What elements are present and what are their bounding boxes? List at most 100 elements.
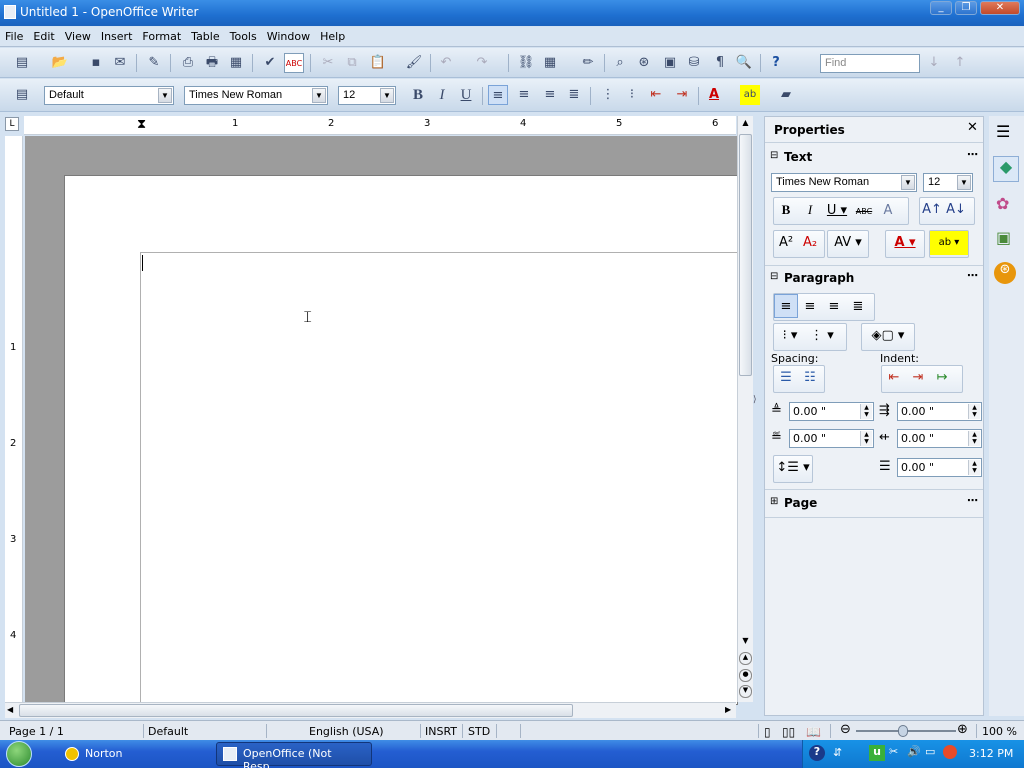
table-icon[interactable]: ▦ <box>540 53 560 73</box>
find-input[interactable]: Find <box>820 54 920 73</box>
insert-mode[interactable]: INSRT <box>425 725 457 738</box>
above-spacing-field[interactable]: 0.00 " ▲ ▼ <box>789 402 874 421</box>
hanging-indent-icon[interactable]: ↦ <box>930 366 954 390</box>
sidebar-menu-icon[interactable]: ☰ <box>996 122 1010 141</box>
maximize-button[interactable]: ❐ <box>955 1 977 15</box>
copy-icon[interactable]: ⧉ <box>342 53 362 73</box>
page-preview-icon[interactable]: ▦ <box>226 53 246 73</box>
line-spacing-icon[interactable]: ↕☰ ▾ <box>774 456 812 480</box>
collapse-text-icon[interactable]: ⊟ <box>770 150 778 161</box>
zoom-level[interactable]: 100 % <box>982 725 1017 738</box>
sidebar-justify-icon[interactable]: ≣ <box>846 295 870 319</box>
find-replace-icon[interactable]: ⌕ <box>610 53 630 73</box>
menu-tools[interactable]: Tools <box>225 27 262 43</box>
start-button[interactable] <box>6 741 32 767</box>
sidebar-underline-icon[interactable]: U ▾ <box>822 199 852 223</box>
zoom-icon[interactable]: 🔍 <box>734 53 754 73</box>
spin-arrows-icon[interactable]: ▲ ▼ <box>968 431 980 446</box>
subscript-icon[interactable]: A₂ <box>798 231 822 255</box>
paragraph-more-options-icon[interactable]: ⋯ <box>967 269 978 282</box>
scroll-right-icon[interactable]: ▶ <box>725 705 731 714</box>
menu-table[interactable]: Table <box>186 27 224 43</box>
multi-page-view-icon[interactable]: ▯▯ <box>782 725 795 739</box>
display-tray-icon[interactable]: ▭ <box>925 745 935 758</box>
expand-page-icon[interactable]: ⊞ <box>770 496 778 507</box>
menu-window[interactable]: Window <box>262 27 315 43</box>
character-spacing-icon[interactable]: AV ▾ <box>828 231 868 255</box>
increase-font-size-icon[interactable]: A↑ <box>920 198 944 222</box>
menu-insert[interactable]: Insert <box>96 27 138 43</box>
paragraph-section-title[interactable]: Paragraph <box>784 271 854 285</box>
styles-formatting-icon[interactable]: ▤ <box>12 85 32 105</box>
draw-functions-icon[interactable]: ✏ <box>578 53 598 73</box>
font-size-select[interactable]: 12 ▼ <box>338 86 396 105</box>
indent-marker-icon[interactable]: ⧗ <box>137 117 146 132</box>
zoom-in-icon[interactable]: ⊕ <box>957 722 968 737</box>
menu-help[interactable]: Help <box>315 27 350 43</box>
scroll-up-icon[interactable]: ▲ <box>740 118 751 130</box>
increase-indent-icon[interactable]: ⇥ <box>672 85 692 105</box>
taskbar-item-norton[interactable]: Norton <box>58 742 208 766</box>
spin-arrows-icon[interactable]: ▲ ▼ <box>968 460 980 475</box>
new-document-icon[interactable]: ▤ <box>12 53 32 73</box>
hyperlink-icon[interactable]: ⛓ <box>516 53 536 73</box>
sidebar-highlight-icon[interactable]: ab ▾ <box>930 231 968 255</box>
increase-spacing-icon[interactable]: ☰ <box>774 366 798 390</box>
align-center-icon[interactable]: ≡ <box>514 85 534 105</box>
menu-edit[interactable]: Edit <box>28 27 59 43</box>
sidebar-bold-icon[interactable]: B <box>774 198 798 222</box>
vertical-scrollbar[interactable]: ▲ ▼ ▲ ● ▼ <box>737 116 753 702</box>
align-right-icon[interactable]: ≡ <box>540 85 560 105</box>
close-sidebar-icon[interactable]: ✕ <box>967 120 978 135</box>
open-folder-icon[interactable]: 📂 <box>50 53 70 73</box>
ruler-tab-selector[interactable]: L <box>5 117 19 131</box>
zoom-out-icon[interactable]: ⊖ <box>840 722 851 737</box>
font-name-select[interactable]: Times New Roman ▼ <box>184 86 328 105</box>
help-tray-icon[interactable]: ? <box>809 745 825 761</box>
gallery-deck-icon[interactable]: ▣ <box>996 228 1011 247</box>
horizontal-scrollbar[interactable]: ◀ ▶ <box>5 702 736 718</box>
spin-arrows-icon[interactable]: ▲ ▼ <box>968 404 980 419</box>
sidebar-decrease-indent-icon[interactable]: ⇥ <box>906 366 930 390</box>
menu-view[interactable]: View <box>60 27 96 43</box>
sidebar-font-name-select[interactable]: Times New Roman ▼ <box>771 173 917 192</box>
spin-arrows-icon[interactable]: ▲ ▼ <box>860 404 872 419</box>
properties-deck-icon[interactable]: ◆ <box>993 156 1019 182</box>
nonprinting-characters-icon[interactable]: ¶ <box>710 53 730 73</box>
after-indent-field[interactable]: 0.00 " ▲ ▼ <box>897 429 982 448</box>
decrease-spacing-icon[interactable]: ☷ <box>798 366 822 390</box>
navigator-deck-icon[interactable]: ⊛ <box>994 262 1016 284</box>
underline-icon[interactable]: U <box>456 85 476 105</box>
cut-icon[interactable]: ✂ <box>318 53 338 73</box>
styles-deck-icon[interactable]: ✿ <box>996 194 1009 213</box>
page-section-title[interactable]: Page <box>784 496 817 510</box>
chrome-tray-icon[interactable] <box>943 745 957 759</box>
gallery-icon[interactable]: ▣ <box>660 53 680 73</box>
find-next-icon[interactable]: ↓ <box>924 53 944 73</box>
sidebar-align-center-icon[interactable]: ≡ <box>798 295 822 319</box>
close-window-button[interactable]: ✕ <box>980 1 1020 15</box>
selection-mode[interactable]: STD <box>468 725 490 738</box>
first-line-indent-field[interactable]: 0.00 " ▲ ▼ <box>897 458 982 477</box>
shadow-icon[interactable]: A <box>876 199 900 223</box>
sidebar-collapse-icon[interactable]: ⟩ <box>753 395 757 405</box>
edit-file-icon[interactable]: ✎ <box>144 53 164 73</box>
highlighting-icon[interactable]: ab <box>740 85 760 105</box>
clock[interactable]: 3:12 PM <box>969 747 1013 760</box>
horizontal-ruler[interactable]: ⧗ 1 2 3 4 5 6 <box>24 116 736 135</box>
scroll-down-icon[interactable]: ▼ <box>740 636 751 648</box>
scroll-left-icon[interactable]: ◀ <box>7 705 13 714</box>
menu-format[interactable]: Format <box>137 27 186 43</box>
sidebar-align-left-icon[interactable]: ≡ <box>774 294 798 318</box>
sidebar-increase-indent-icon[interactable]: ⇤ <box>882 366 906 390</box>
sidebar-bullets-icon[interactable]: ⁝ ▾ <box>774 324 806 348</box>
redo-icon[interactable]: ↷ <box>472 53 492 73</box>
find-previous-icon[interactable]: ↑ <box>950 53 970 73</box>
paragraph-background-icon[interactable]: ◈▢ ▾ <box>862 324 914 348</box>
page-more-options-icon[interactable]: ⋯ <box>967 494 978 507</box>
strikethrough-icon[interactable]: ABC <box>852 200 876 224</box>
undo-icon[interactable]: ↶ <box>436 53 456 73</box>
next-page-icon[interactable]: ▼ <box>739 685 752 698</box>
below-spacing-field[interactable]: 0.00 " ▲ ▼ <box>789 429 874 448</box>
spin-arrows-icon[interactable]: ▲ ▼ <box>860 431 872 446</box>
